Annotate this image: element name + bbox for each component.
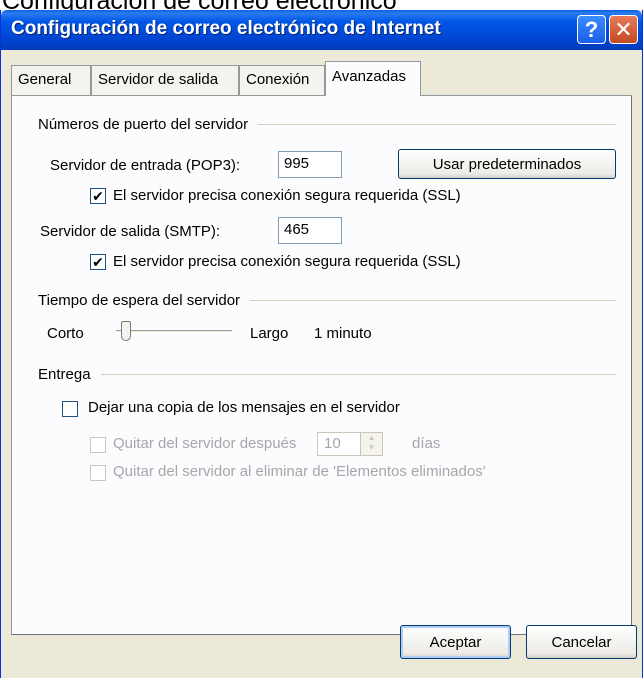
leave-copy-label: Dejar una copia de los mensajes en el se… <box>88 399 400 416</box>
spinner-arrows-icon[interactable]: ▲ ▼ <box>360 433 382 455</box>
outgoing-port-input[interactable]: 465 <box>278 217 342 244</box>
incoming-ssl-label: El servidor precisa conexión segura requ… <box>113 187 461 204</box>
remove-after-checkbox[interactable] <box>90 437 106 453</box>
outgoing-ssl-checkbox[interactable]: ✔ <box>90 254 106 270</box>
settings-dialog: Configuración de correo electrónico de I… <box>0 10 643 678</box>
remove-after-days-value: 10 <box>324 435 341 452</box>
ports-group-header: Números de puerto del servidor <box>38 116 616 133</box>
ports-group-label: Números de puerto del servidor <box>38 116 249 133</box>
remove-after-label: Quitar del servidor después <box>113 435 297 452</box>
tab-general[interactable]: General <box>11 65 91 95</box>
dialog-title: Configuración de correo electrónico de I… <box>11 18 441 39</box>
ok-button[interactable]: Aceptar <box>400 625 511 659</box>
incoming-server-label: Servidor de entrada (POP3): <box>50 157 241 174</box>
delivery-group-label: Entrega <box>38 366 91 383</box>
incoming-port-input[interactable]: 995 <box>278 151 342 178</box>
remove-deleted-label: Quitar del servidor al eliminar de 'Elem… <box>113 463 486 480</box>
remove-after-days-spinner[interactable]: 10 ▲ ▼ <box>317 432 383 456</box>
timeout-slider-track[interactable] <box>116 330 232 333</box>
tab-advanced[interactable]: Avanzadas <box>325 61 421 96</box>
group-divider <box>100 374 616 375</box>
timeout-group-label: Tiempo de espera del servidor <box>38 292 241 309</box>
timeout-long-label: Largo <box>250 325 289 342</box>
leave-copy-checkbox[interactable] <box>62 401 78 417</box>
outgoing-server-label: Servidor de salida (SMTP): <box>40 223 221 240</box>
group-divider <box>250 300 616 301</box>
incoming-ssl-checkbox[interactable]: ✔ <box>90 188 106 204</box>
help-icon[interactable]: ? <box>577 15 606 44</box>
outgoing-ssl-label: El servidor precisa conexión segura requ… <box>113 253 461 270</box>
timeout-slider-thumb[interactable] <box>121 321 132 341</box>
timeout-value: 1 minuto <box>314 325 372 342</box>
timeout-group-header: Tiempo de espera del servidor <box>38 292 616 309</box>
close-icon[interactable]: ✕ <box>609 15 638 44</box>
advanced-panel: Números de puerto del servidor Servidor … <box>11 95 632 635</box>
use-defaults-button[interactable]: Usar predeterminados <box>398 149 616 179</box>
group-divider <box>258 124 616 125</box>
remove-deleted-checkbox[interactable] <box>90 465 106 481</box>
cancel-button[interactable]: Cancelar <box>526 625 637 659</box>
tab-connection[interactable]: Conexión <box>239 65 325 95</box>
days-label: días <box>412 435 441 452</box>
delivery-group-header: Entrega <box>38 366 616 383</box>
tab-outgoing-server[interactable]: Servidor de salida <box>91 65 239 95</box>
timeout-short-label: Corto <box>47 325 84 342</box>
title-bar[interactable]: Configuración de correo electrónico de I… <box>1 10 642 50</box>
tab-strip: General Servidor de salida Conexión Avan… <box>11 61 631 96</box>
